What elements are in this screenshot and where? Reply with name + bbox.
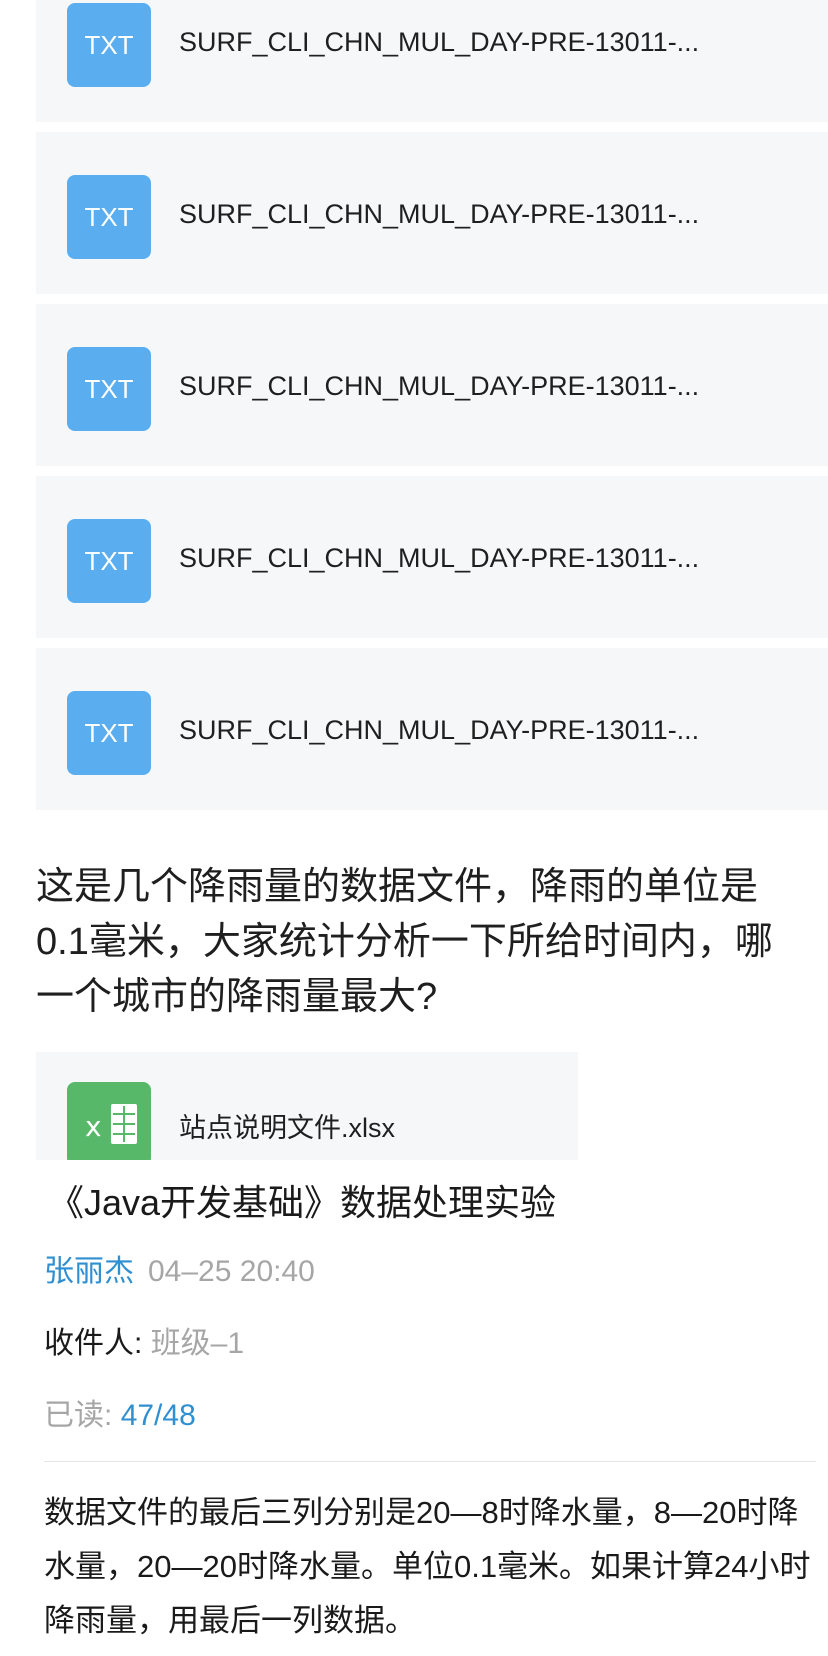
read-status-row: 已读: 47/48 — [44, 1390, 196, 1434]
attachment-item[interactable]: TXT SURF_CLI_CHN_MUL_DAY-PRE-13011-... — [36, 132, 828, 294]
author-link[interactable]: 张丽杰 — [44, 1255, 134, 1288]
attachment-item[interactable]: TXT SURF_CLI_CHN_MUL_DAY-PRE-13011-... — [36, 0, 828, 122]
message-content: TXT SURF_CLI_CHN_MUL_DAY-PRE-13011-... T… — [0, 0, 828, 1180]
attachment-name: SURF_CLI_CHN_MUL_DAY-PRE-13011-... — [179, 543, 700, 573]
file-type-label: TXT — [84, 201, 134, 232]
message-description: 这是几个降雨量的数据文件，降雨的单位是0.1毫米，大家统计分析一下所给时间内，哪… — [36, 866, 773, 1018]
attachment-name: SURF_CLI_CHN_MUL_DAY-PRE-13011-... — [179, 371, 700, 401]
attachment-item[interactable]: TXT SURF_CLI_CHN_MUL_DAY-PRE-13011-... — [36, 304, 828, 466]
recipient-value: 班级–1 — [150, 1327, 245, 1360]
txt-file-icon: TXT — [67, 347, 151, 431]
attachment-item[interactable]: TXT SURF_CLI_CHN_MUL_DAY-PRE-13011-... — [36, 476, 828, 638]
svg-text:x: x — [85, 1110, 102, 1143]
post-detail-panel: 《Java开发基础》数据处理实验 张丽杰 04–25 20:40 收件人: 班级–… — [36, 1160, 816, 1656]
txt-file-icon: TXT — [67, 519, 151, 603]
txt-file-icon: TXT — [67, 691, 151, 775]
recipient-label: 收件人: — [44, 1327, 143, 1360]
txt-file-icon: TXT — [67, 3, 151, 87]
post-time: 04–25 20:40 — [148, 1255, 315, 1288]
attachment-name: SURF_CLI_CHN_MUL_DAY-PRE-13011-... — [179, 715, 700, 745]
excel-icon: x — [67, 1082, 151, 1166]
txt-file-icon: TXT — [67, 175, 151, 259]
sender-row: 张丽杰 04–25 20:40 — [44, 1246, 315, 1290]
file-type-label: TXT — [84, 373, 134, 404]
file-type-label: TXT — [84, 29, 134, 60]
file-type-label: TXT — [84, 717, 134, 748]
read-label: 已读: — [44, 1399, 113, 1432]
attachment-name: SURF_CLI_CHN_MUL_DAY-PRE-13011-... — [179, 199, 700, 229]
post-title: 《Java开发基础》数据处理实验 — [48, 1182, 557, 1223]
file-type-label: TXT — [84, 545, 134, 576]
attachment-item[interactable]: TXT SURF_CLI_CHN_MUL_DAY-PRE-13011-... — [36, 648, 828, 810]
recipient-row: 收件人: 班级–1 — [44, 1318, 244, 1362]
attachment-name: SURF_CLI_CHN_MUL_DAY-PRE-13011-... — [179, 27, 700, 57]
post-note: 数据文件的最后三列分别是20—8时降水量，8—20时降水量，20—20时降水量。… — [44, 1495, 811, 1638]
attachment-name: 站点说明文件.xlsx — [179, 1113, 395, 1143]
divider — [44, 1461, 816, 1462]
read-count-link[interactable]: 47/48 — [121, 1399, 196, 1432]
